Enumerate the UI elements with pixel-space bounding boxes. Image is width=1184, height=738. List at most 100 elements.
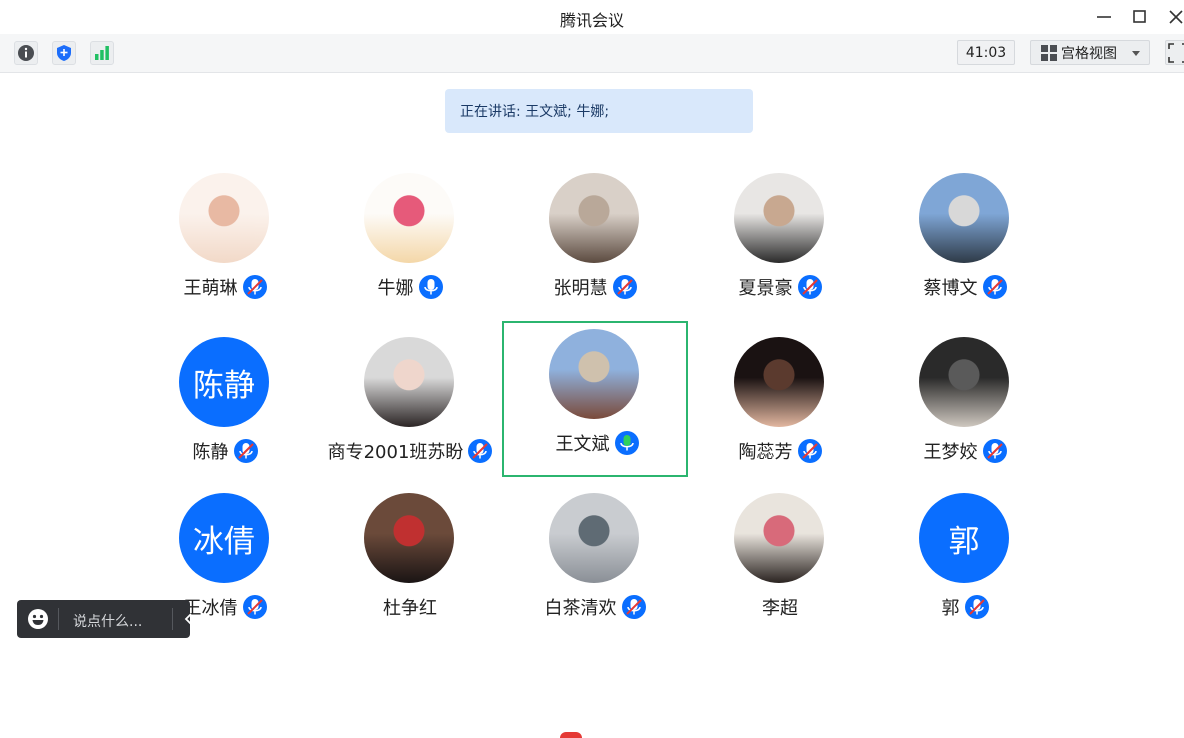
participant-name-line: 张明慧 [502,274,688,300]
active-speaker-banner: 正在讲话: 王文斌; 牛娜; [445,89,753,133]
mic-muted-icon [242,595,267,619]
participant-name-line: 陈静 [132,438,318,464]
participant-tile[interactable]: 白茶清欢 [502,477,688,633]
minimize-button[interactable] [1093,6,1115,28]
participant-name-line: 李超 [687,594,873,620]
signal-icon [95,46,109,60]
participant-name-line: 商专2001班苏盼 [317,438,503,464]
mic-speaking-icon [614,431,639,455]
minimize-icon [1097,16,1111,18]
participant-tile[interactable]: 郭郭 [872,477,1058,633]
meeting-timer: 41:03 [957,40,1015,65]
participant-name-line: 王梦姣 [872,438,1058,464]
mic-icon [418,275,443,299]
view-mode-label: 宫格视图 [1061,45,1117,62]
participant-name-line: 夏景豪 [687,274,873,300]
participant-tile[interactable]: 陶蕊芳 [687,321,873,477]
participant-avatar: 陈静 [179,337,269,427]
participant-avatar [549,329,639,419]
fullscreen-button[interactable] [1165,40,1184,65]
participant-tile[interactable]: 王梦姣 [872,321,1058,477]
participant-tile[interactable]: 王萌琳 [132,157,318,313]
mic-muted-icon [964,595,989,619]
emoji-icon[interactable] [27,608,49,630]
participant-name: 王梦姣 [923,442,978,463]
mic-muted-icon [621,595,646,619]
participant-name: 蔡博文 [923,278,978,299]
dropdown-arrow-icon [1132,50,1140,56]
participant-name: 牛娜 [377,278,414,299]
close-button[interactable] [1165,6,1184,28]
chat-placeholder: 说点什么... [73,614,143,630]
participant-avatar [549,173,639,263]
info-icon [18,45,34,61]
security-button[interactable] [52,41,76,65]
title-bar: 腾讯会议 [0,0,1184,34]
participant-avatar [549,493,639,583]
mic-muted-icon [612,275,637,299]
mic-muted-icon [982,275,1007,299]
close-icon [1169,10,1183,24]
participant-name: 王萌琳 [183,278,238,299]
participant-tile[interactable]: 李超 [687,477,873,633]
participant-avatar [734,337,824,427]
participant-tile[interactable]: 商专2001班苏盼 [317,321,503,477]
participant-name: 郭 [941,598,960,619]
participant-avatar [919,173,1009,263]
shield-icon [57,45,71,61]
maximize-button[interactable] [1129,6,1151,28]
network-signal-button[interactable] [90,41,114,65]
participant-name-line: 蔡博文 [872,274,1058,300]
participant-name-line: 杜争红 [317,594,503,620]
participant-name: 张明慧 [553,278,608,299]
participant-avatar: 冰倩 [179,493,269,583]
record-indicator [560,732,582,738]
participant-tile[interactable]: 蔡博文 [872,157,1058,313]
participant-name-line: 郭 [872,594,1058,620]
participant-name: 王文斌 [555,434,610,455]
meeting-toolbar: 41:03 宫格视图 [0,34,1184,73]
collapse-chevron-icon[interactable] [183,612,195,626]
participant-tile[interactable]: 牛娜 [317,157,503,313]
participant-name-line: 王萌琳 [132,274,318,300]
participant-name: 杜争红 [383,598,437,619]
participant-name: 商专2001班苏盼 [327,442,464,463]
participant-avatar [179,173,269,263]
participant-avatar [364,337,454,427]
participant-name-line: 陶蕊芳 [687,438,873,464]
mic-muted-icon [242,275,267,299]
meeting-info-button[interactable] [14,41,38,65]
mic-muted-icon [797,439,822,463]
chat-divider-right [172,608,173,630]
participant-avatar: 郭 [919,493,1009,583]
fullscreen-icon [1168,43,1184,63]
participant-avatar [364,493,454,583]
participant-name-line: 王文斌 [504,430,690,456]
view-mode-dropdown[interactable]: 宫格视图 [1030,40,1150,65]
participant-avatar [734,173,824,263]
chat-divider [58,608,59,630]
participant-tile[interactable]: 张明慧 [502,157,688,313]
mic-muted-icon [982,439,1007,463]
participant-avatar [364,173,454,263]
participant-avatar [734,493,824,583]
participant-name-line: 牛娜 [317,274,503,300]
participant-tile[interactable]: 杜争红 [317,477,503,633]
mic-muted-icon [233,439,258,463]
participant-name: 陶蕊芳 [738,442,793,463]
maximize-icon [1133,10,1146,23]
participant-tile[interactable]: 陈静 陈静 [132,321,318,477]
grid-view-icon [1041,44,1057,61]
participant-name-line: 白茶清欢 [502,594,688,620]
participant-avatar [919,337,1009,427]
window-title: 腾讯会议 [559,11,624,30]
chat-input-bar[interactable]: 说点什么... [17,600,192,638]
participant-name: 夏景豪 [738,278,793,299]
participant-name: 李超 [762,598,798,619]
participant-name: 陈静 [192,442,229,463]
mic-muted-icon [468,439,493,463]
participant-name: 白茶清欢 [544,598,617,619]
participant-tile[interactable]: 夏景豪 [687,157,873,313]
mic-muted-icon [797,275,822,299]
participant-tile[interactable]: 王文斌 [502,321,688,477]
